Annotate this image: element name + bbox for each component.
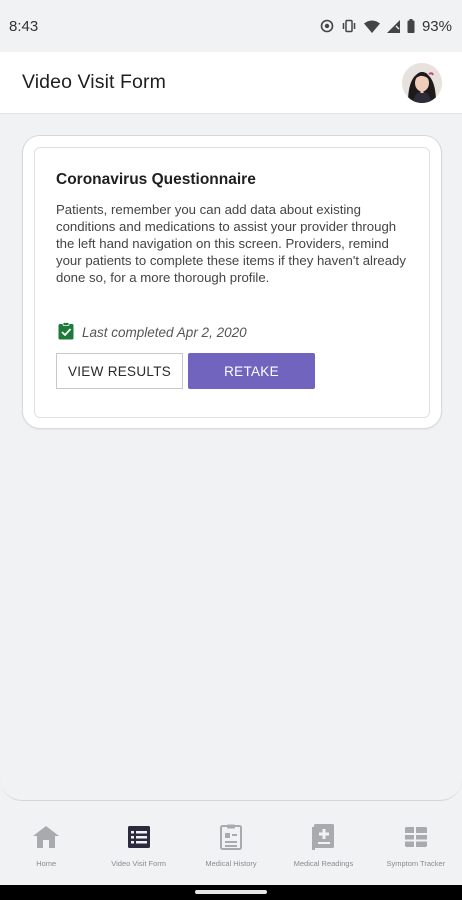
questionnaire-title: Coronavirus Questionnaire (56, 171, 256, 188)
last-completed-row: Last completed Apr 2, 2020 (58, 322, 247, 343)
nav-item-medical-readings[interactable]: Medical Readings (277, 801, 369, 885)
nav-item-symptom-tracker[interactable]: Symptom Tracker (370, 801, 462, 885)
nav-item-video-visit-form[interactable]: Video Visit Form (92, 801, 184, 885)
vibrate-icon (341, 19, 357, 33)
signal-icon (386, 19, 400, 33)
nav-label-video-visit-form: Video Visit Form (111, 859, 166, 868)
view-results-button[interactable]: VIEW RESULTS (56, 353, 183, 389)
nav-item-home[interactable]: Home (0, 801, 92, 885)
last-completed-text: Last completed Apr 2, 2020 (82, 325, 247, 340)
app-bar: Video Visit Form (0, 52, 462, 114)
clipboard-icon (220, 824, 243, 850)
questionnaire-card-inner: Coronavirus Questionnaire Patients, reme… (34, 147, 430, 418)
nav-label-medical-history: Medical History (205, 859, 257, 868)
table-icon (404, 824, 427, 850)
questionnaire-description: Patients, remember you can add data abou… (56, 202, 406, 285)
page-title: Video Visit Form (22, 71, 166, 93)
wifi-icon (363, 20, 380, 33)
status-time: 8:43 (9, 17, 39, 35)
retake-button[interactable]: RETAKE (188, 353, 315, 389)
main-content: Coronavirus Questionnaire Patients, reme… (0, 114, 462, 801)
status-bar: 8:43 93% (0, 0, 462, 52)
gesture-bar (0, 885, 462, 900)
nav-label-home: Home (36, 859, 57, 868)
medical-book-icon (312, 824, 335, 850)
nav-item-medical-history[interactable]: Medical History (185, 801, 277, 885)
checked-clipboard-icon (58, 322, 74, 343)
home-gesture-handle[interactable] (195, 890, 267, 894)
battery-level: 93% (421, 17, 452, 35)
battery-icon (407, 19, 415, 33)
form-icon (127, 824, 150, 850)
home-icon (33, 824, 60, 850)
bottom-navigation: Home Video Visit Form Medical History Me… (0, 801, 462, 885)
status-icons: 93% (320, 18, 452, 35)
nav-label-symptom-tracker: Symptom Tracker (386, 859, 446, 868)
sync-icon (320, 19, 334, 33)
user-avatar[interactable] (402, 62, 442, 103)
questionnaire-card: Coronavirus Questionnaire Patients, reme… (22, 135, 442, 429)
nav-label-medical-readings: Medical Readings (293, 859, 354, 868)
